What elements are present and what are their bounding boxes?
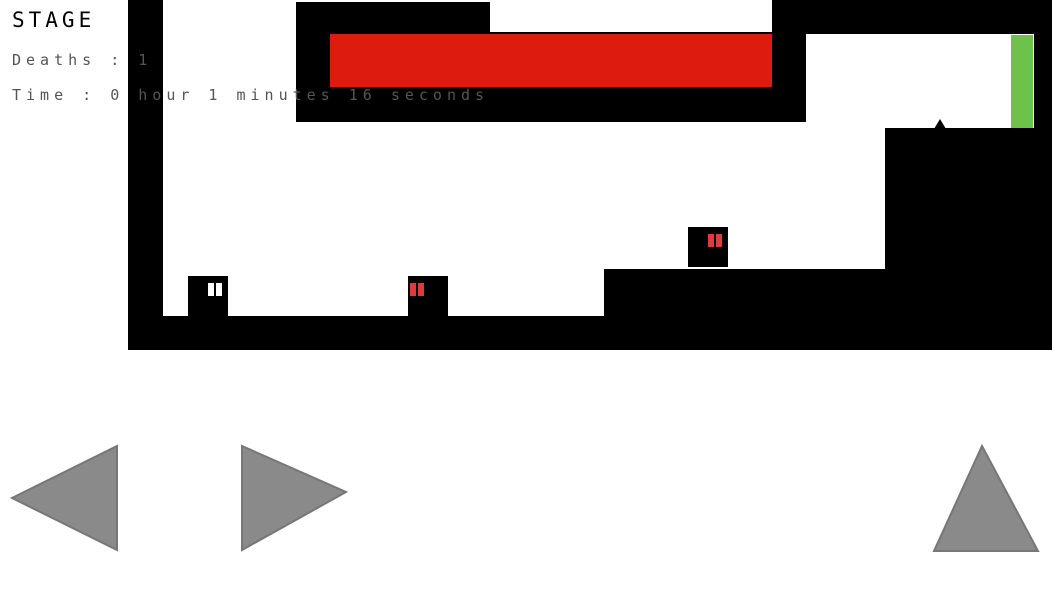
enemy-block: [688, 227, 728, 267]
spike: [934, 119, 946, 129]
right-edge-wall: [1034, 0, 1052, 130]
player-block: [188, 276, 228, 317]
game-screen: STAGE Deaths : 1 Time : 0 hour 1 minutes…: [0, 0, 1052, 592]
goal-door: [1011, 35, 1033, 128]
time-counter: Time : 0 hour 1 minutes 16 seconds: [12, 86, 490, 104]
stage-label: STAGE: [12, 8, 96, 32]
hazard-bar: [330, 34, 772, 87]
deaths-counter: Deaths : 1: [12, 51, 153, 69]
right-pillar: [885, 128, 1052, 350]
enemy-block: [408, 276, 448, 317]
left-arrow-icon[interactable]: [8, 442, 122, 554]
top-right-wall: [772, 0, 1052, 34]
up-triangle-icon[interactable]: [930, 442, 1044, 556]
ceiling-block: [296, 2, 490, 34]
right-arrow-icon[interactable]: [238, 442, 352, 554]
